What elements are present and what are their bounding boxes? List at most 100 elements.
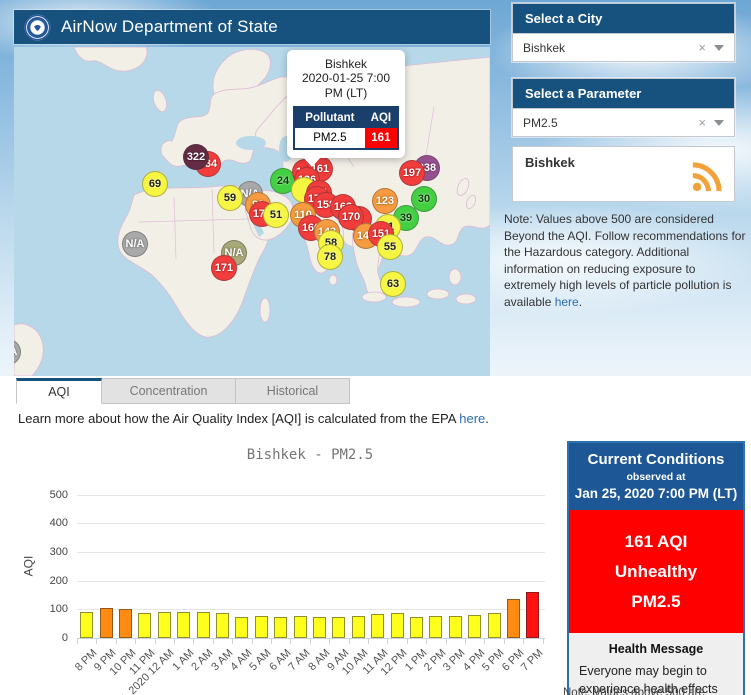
x-tick-label: 2 AM xyxy=(189,647,215,673)
aqi-map-marker[interactable]: 59 xyxy=(217,185,243,211)
parameter-clear-icon[interactable]: × xyxy=(690,115,714,130)
current-aqi-category: Unhealthy xyxy=(573,557,739,587)
city-panel-header: Select a City xyxy=(513,4,734,33)
x-axis-tick xyxy=(135,639,136,644)
chart-bar xyxy=(80,612,93,638)
y-tick-label: 400 xyxy=(30,517,68,529)
parameter-select[interactable]: PM2.5 × xyxy=(513,108,734,136)
tooltip-aqi-value: 161 xyxy=(365,128,398,149)
chart-bar xyxy=(235,617,248,638)
chart-bar xyxy=(429,616,442,638)
world-map[interactable]: 13432269N/A59801785124N/AN/A171139165161… xyxy=(14,47,490,376)
health-message-title: Health Message xyxy=(579,642,733,656)
chart-title: Bishkek - PM2.5 xyxy=(77,447,543,463)
chart-gridline xyxy=(77,609,545,610)
x-axis-tick xyxy=(446,639,447,644)
x-axis-tick xyxy=(387,639,388,644)
aqi-map-marker[interactable]: 322 xyxy=(183,144,209,170)
page-title: AirNow Department of State xyxy=(61,17,278,37)
aqi-map-marker[interactable]: 63 xyxy=(380,271,406,297)
x-axis-tick xyxy=(543,639,544,644)
chart-x-axis-line xyxy=(77,638,545,639)
x-axis-tick xyxy=(426,639,427,644)
learn-more-suffix: . xyxy=(485,411,489,426)
aqi-map-marker[interactable]: 171 xyxy=(211,255,237,281)
chart-bar xyxy=(526,592,539,638)
x-axis-tick xyxy=(484,639,485,644)
map-tooltip: Bishkek 2020-01-25 7:00 PM (LT) Pollutan… xyxy=(287,50,405,158)
chart-bar xyxy=(158,612,171,638)
chart-bar xyxy=(449,616,462,638)
chart-bar xyxy=(138,613,151,638)
app-header: AirNow Department of State xyxy=(14,10,490,44)
city-select[interactable]: Bishkek × xyxy=(513,33,734,61)
y-tick-label: 100 xyxy=(30,603,68,615)
city-panel: Select a City Bishkek × xyxy=(512,3,735,62)
learn-more-body: Learn more about how the Air Quality Ind… xyxy=(18,411,459,426)
aqi-map-marker[interactable]: 51 xyxy=(263,202,289,228)
x-axis-tick xyxy=(116,639,117,644)
x-axis-tick xyxy=(155,639,156,644)
tooltip-aqi-header: AQI xyxy=(365,107,398,128)
x-axis-tick xyxy=(271,639,272,644)
x-axis-tick xyxy=(193,639,194,644)
x-axis-tick xyxy=(465,639,466,644)
sidebar-note-text: Note: Values above 500 are considered Be… xyxy=(504,212,745,309)
x-axis-tick xyxy=(77,639,78,644)
chart-bar xyxy=(274,617,287,638)
city-clear-icon[interactable]: × xyxy=(690,40,714,55)
current-aqi-pollutant: PM2.5 xyxy=(573,587,739,617)
aqi-map-marker[interactable]: 69 xyxy=(142,171,168,197)
aqi-map-marker[interactable]: 78 xyxy=(317,244,343,270)
aqi-map-marker[interactable]: 197 xyxy=(399,160,425,186)
x-axis-tick xyxy=(290,639,291,644)
parameter-panel-header: Select a Parameter xyxy=(513,79,734,108)
chart-bar xyxy=(410,617,423,638)
x-axis-tick xyxy=(523,639,524,644)
tab-aqi[interactable]: AQI xyxy=(16,378,102,404)
chart-bar xyxy=(216,613,229,638)
below-panel-note: Note: Values above 500 are considered Be… xyxy=(563,686,749,695)
chart-y-axis-label: AQI xyxy=(21,556,35,577)
observed-at-label: observed at xyxy=(573,471,739,483)
chart-bar xyxy=(468,615,481,638)
marker-layer: 13432269N/A59801785124N/AN/A171139165161… xyxy=(14,47,490,376)
chart-bar xyxy=(488,613,501,638)
x-axis-tick xyxy=(232,639,233,644)
tab-historical[interactable]: Historical xyxy=(236,378,350,404)
chart-bar xyxy=(332,617,345,638)
city-caret-icon[interactable] xyxy=(714,45,724,51)
parameter-panel: Select a Parameter PM2.5 × xyxy=(512,78,735,137)
rss-icon[interactable] xyxy=(690,160,724,194)
learn-more-link[interactable]: here xyxy=(459,411,485,426)
chart-bar xyxy=(119,609,132,638)
x-axis-tick xyxy=(349,639,350,644)
x-axis-tick xyxy=(213,639,214,644)
aqi-map-marker[interactable]: N/A xyxy=(122,231,148,257)
chart-bar xyxy=(197,612,210,638)
chart-bar xyxy=(255,616,268,638)
tooltip-table: Pollutant AQI PM2.5 161 xyxy=(293,106,399,150)
chart-bar xyxy=(313,617,326,638)
x-axis-tick xyxy=(329,639,330,644)
tab-concentration[interactable]: Concentration xyxy=(102,378,236,404)
y-tick-label: 500 xyxy=(30,489,68,501)
city-select-value: Bishkek xyxy=(513,41,690,55)
chart-bar xyxy=(507,599,520,638)
chart-bar xyxy=(177,612,190,638)
chart-gridline xyxy=(77,552,545,553)
current-aqi-value: 161 AQI xyxy=(573,527,739,557)
chart-gridline xyxy=(77,581,545,582)
aqi-map-marker[interactable]: N/A xyxy=(14,339,21,365)
rss-feed-box: Bishkek xyxy=(512,146,735,202)
aqi-map-marker[interactable]: 55 xyxy=(377,234,403,260)
sidebar-note-link[interactable]: here xyxy=(555,295,579,309)
chart-gridline xyxy=(77,495,545,496)
x-axis-tick xyxy=(96,639,97,644)
chart-gridline xyxy=(77,523,545,524)
parameter-caret-icon[interactable] xyxy=(714,120,724,126)
parameter-select-value: PM2.5 xyxy=(513,116,690,130)
x-tick-label: 7 AM xyxy=(286,647,312,673)
tooltip-pollutant-header: Pollutant xyxy=(294,107,365,128)
sidebar-note: Note: Values above 500 are considered Be… xyxy=(504,211,748,310)
